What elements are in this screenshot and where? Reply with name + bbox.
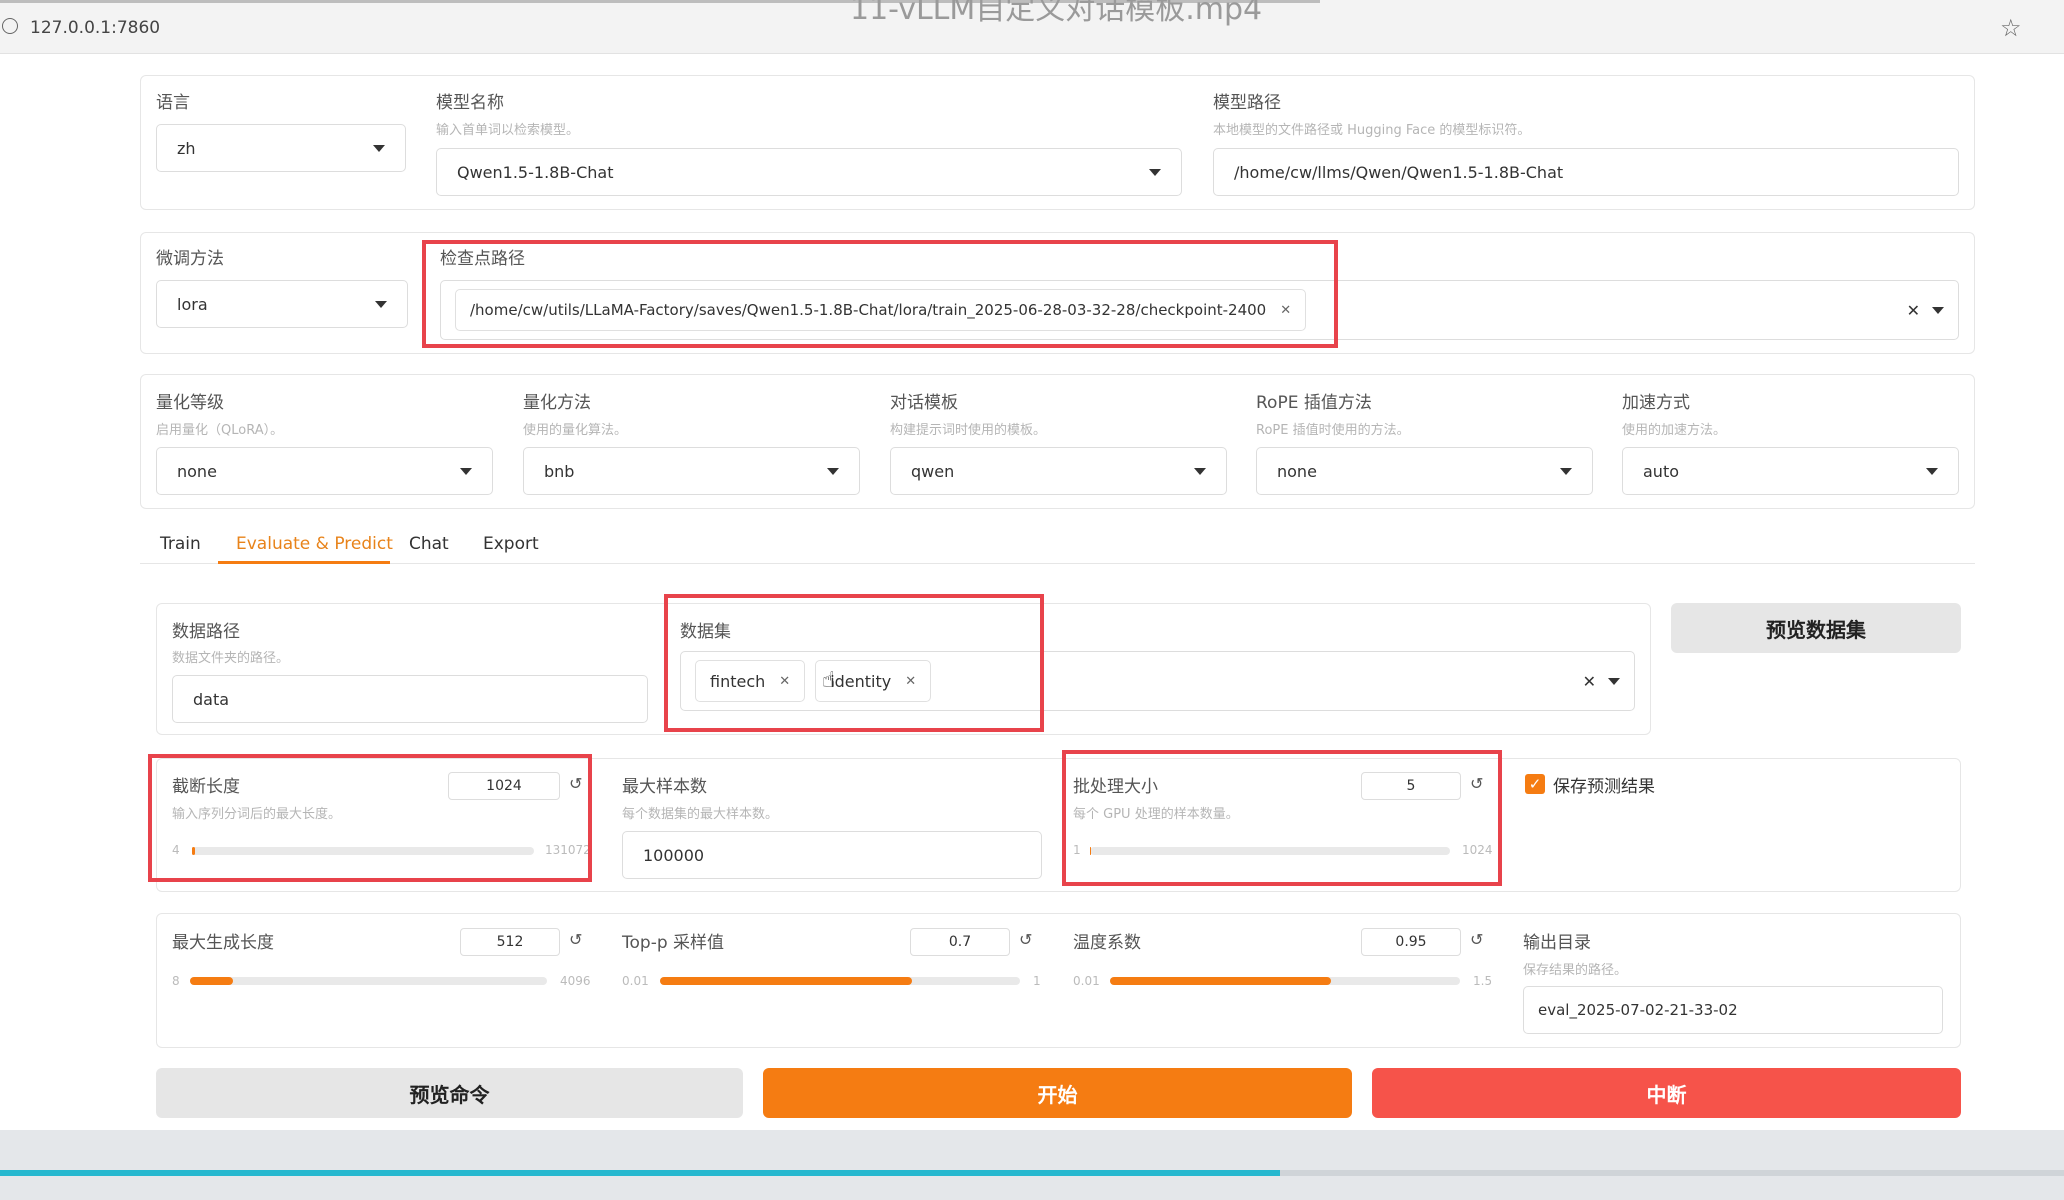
cutoff-highlight-box bbox=[148, 754, 592, 882]
chevron-down-icon bbox=[1926, 467, 1938, 475]
accel-hint: 使用的加速方法。 bbox=[1622, 423, 1727, 438]
quant-method-hint: 使用的量化算法。 bbox=[523, 423, 628, 438]
rope-label: RoPE 插值方法 bbox=[1256, 393, 1372, 413]
tab-evaluate-predict[interactable]: Evaluate & Predict bbox=[236, 534, 393, 554]
chevron-down-icon bbox=[460, 467, 472, 475]
quant-method-value: bnb bbox=[544, 461, 575, 481]
tab-chat[interactable]: Chat bbox=[409, 534, 449, 554]
output-dir-input[interactable]: eval_2025-07-02-21-33-02 bbox=[1523, 986, 1943, 1034]
video-controls-bar bbox=[0, 1130, 2064, 1200]
tab-train[interactable]: Train bbox=[160, 534, 201, 554]
top-p-min: 0.01 bbox=[622, 974, 649, 988]
top-p-input[interactable]: 0.7 bbox=[910, 928, 1010, 956]
max-new-tokens-input[interactable]: 512 bbox=[460, 928, 560, 956]
address-bar[interactable]: 127.0.0.1:7860 bbox=[30, 18, 160, 38]
model-path-hint: 本地模型的文件路径或 Hugging Face 的模型标识符。 bbox=[1213, 123, 1531, 138]
abort-button[interactable]: 中断 bbox=[1372, 1068, 1961, 1118]
language-select[interactable]: zh bbox=[156, 124, 406, 172]
preview-command-button[interactable]: 预览命令 bbox=[156, 1068, 743, 1118]
rope-value: none bbox=[1277, 461, 1317, 481]
model-path-label: 模型路径 bbox=[1213, 93, 1281, 113]
model-name-label: 模型名称 bbox=[436, 93, 504, 113]
model-name-hint: 输入首单词以检索模型。 bbox=[436, 123, 580, 138]
rope-hint: RoPE 插值时使用的方法。 bbox=[1256, 423, 1410, 438]
max-new-tokens-label: 最大生成长度 bbox=[172, 933, 274, 953]
top-p-slider[interactable] bbox=[660, 977, 1020, 985]
chevron-down-icon[interactable] bbox=[1608, 677, 1620, 685]
reset-icon[interactable]: ↺ bbox=[1470, 930, 1483, 949]
chevron-down-icon bbox=[1194, 467, 1206, 475]
start-button[interactable]: 开始 bbox=[763, 1068, 1352, 1118]
accel-label: 加速方式 bbox=[1622, 393, 1690, 413]
output-dir-label: 输出目录 bbox=[1523, 933, 1591, 953]
save-predictions-checkbox[interactable]: ✓ bbox=[1525, 774, 1545, 794]
clear-icon[interactable]: ✕ bbox=[1907, 301, 1920, 320]
finetune-method-label: 微调方法 bbox=[156, 249, 224, 269]
temperature-min: 0.01 bbox=[1073, 974, 1100, 988]
reset-icon[interactable]: ↺ bbox=[1019, 930, 1032, 949]
video-seek-progress bbox=[0, 1170, 1280, 1176]
finetune-method-value: lora bbox=[177, 294, 208, 314]
quant-level-value: none bbox=[177, 461, 217, 481]
site-info-icon[interactable] bbox=[2, 18, 18, 34]
temperature-slider[interactable] bbox=[1110, 977, 1460, 985]
template-value: qwen bbox=[911, 461, 955, 481]
chevron-down-icon bbox=[1560, 467, 1572, 475]
template-select[interactable]: qwen bbox=[890, 447, 1227, 495]
dataset-highlight-box bbox=[664, 594, 1044, 732]
video-title: 11-vLLM自定义对话模板.mp4 bbox=[850, 0, 1263, 27]
quant-method-select[interactable]: bnb bbox=[523, 447, 860, 495]
data-path-hint: 数据文件夹的路径。 bbox=[172, 651, 290, 666]
tab-export[interactable]: Export bbox=[483, 534, 539, 554]
data-path-label: 数据路径 bbox=[172, 622, 240, 642]
slider-fill bbox=[1110, 977, 1331, 985]
language-label: 语言 bbox=[156, 93, 190, 113]
checkpoint-highlight-box bbox=[422, 240, 1338, 348]
clear-icon[interactable]: ✕ bbox=[1583, 672, 1596, 691]
slider-fill bbox=[190, 977, 233, 985]
quant-level-select[interactable]: none bbox=[156, 447, 493, 495]
top-p-max: 1 bbox=[1033, 974, 1041, 988]
quant-method-label: 量化方法 bbox=[523, 393, 591, 413]
max-new-tokens-max: 4096 bbox=[560, 974, 591, 988]
finetune-method-select[interactable]: lora bbox=[156, 280, 408, 328]
top-p-label: Top-p 采样值 bbox=[622, 933, 725, 953]
bookmark-star-icon[interactable]: ☆ bbox=[2000, 14, 2022, 42]
accel-select[interactable]: auto bbox=[1622, 447, 1959, 495]
temperature-input[interactable]: 0.95 bbox=[1361, 928, 1461, 956]
model-name-value: Qwen1.5-1.8B-Chat bbox=[457, 162, 614, 182]
reset-icon[interactable]: ↺ bbox=[569, 930, 582, 949]
model-name-select[interactable]: Qwen1.5-1.8B-Chat bbox=[436, 148, 1182, 196]
tabs-divider bbox=[140, 563, 1975, 564]
max-new-tokens-slider[interactable] bbox=[190, 977, 547, 985]
temperature-label: 温度系数 bbox=[1073, 933, 1141, 953]
browser-top-bar: 11-vLLM自定义对话模板.mp4 127.0.0.1:7860 ☆ bbox=[0, 0, 2064, 54]
output-dir-hint: 保存结果的路径。 bbox=[1523, 963, 1628, 978]
preview-dataset-button[interactable]: 预览数据集 bbox=[1671, 603, 1961, 653]
data-path-input[interactable]: data bbox=[172, 675, 648, 723]
template-label: 对话模板 bbox=[890, 393, 958, 413]
quant-level-label: 量化等级 bbox=[156, 393, 224, 413]
model-path-input[interactable]: /home/cw/llms/Qwen/Qwen1.5-1.8B-Chat bbox=[1213, 148, 1959, 196]
max-samples-input[interactable]: 100000 bbox=[622, 831, 1042, 879]
max-new-tokens-min: 8 bbox=[172, 974, 180, 988]
chevron-down-icon bbox=[827, 467, 839, 475]
chevron-down-icon bbox=[373, 144, 385, 152]
save-predictions-label: 保存预测结果 bbox=[1553, 777, 1655, 797]
language-value: zh bbox=[177, 138, 196, 158]
accel-value: auto bbox=[1643, 461, 1680, 481]
slider-fill bbox=[660, 977, 912, 985]
max-samples-label: 最大样本数 bbox=[622, 777, 707, 797]
max-samples-hint: 每个数据集的最大样本数。 bbox=[622, 807, 779, 822]
template-hint: 构建提示词时使用的模板。 bbox=[890, 423, 1047, 438]
chevron-down-icon[interactable] bbox=[1932, 306, 1944, 314]
rope-select[interactable]: none bbox=[1256, 447, 1593, 495]
quant-level-hint: 启用量化（QLoRA）。 bbox=[156, 423, 284, 438]
chevron-down-icon bbox=[375, 300, 387, 308]
active-tab-indicator bbox=[218, 561, 390, 564]
chevron-down-icon bbox=[1149, 168, 1161, 176]
temperature-max: 1.5 bbox=[1473, 974, 1493, 988]
batch-size-highlight-box bbox=[1062, 750, 1502, 886]
